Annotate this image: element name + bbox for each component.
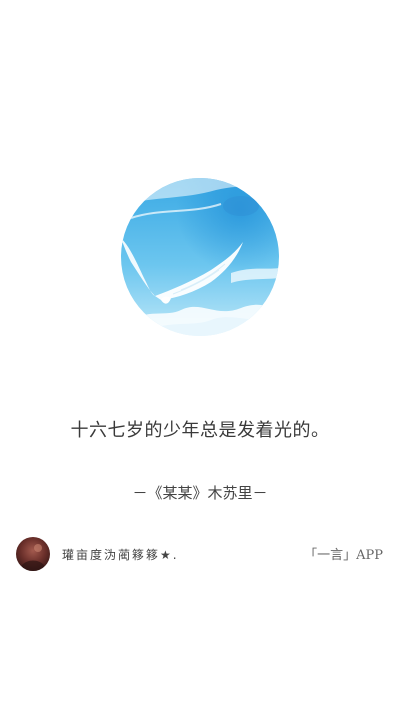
author-info[interactable]: 瓘亩度沩蔺簃簃★. [16, 537, 179, 571]
avatar[interactable] [16, 537, 50, 571]
hero-image [121, 178, 279, 336]
user-avatar-icon [16, 537, 50, 571]
sky-wings-illustration [121, 178, 279, 336]
app-label: 「一言」APP [304, 548, 383, 563]
author-name[interactable]: 瓘亩度沩蔺簃簃★. [62, 546, 179, 563]
quote-source: －《某某》木苏里－ [132, 484, 268, 502]
quote-text: 十六七岁的少年总是发着光的。 [70, 420, 330, 441]
